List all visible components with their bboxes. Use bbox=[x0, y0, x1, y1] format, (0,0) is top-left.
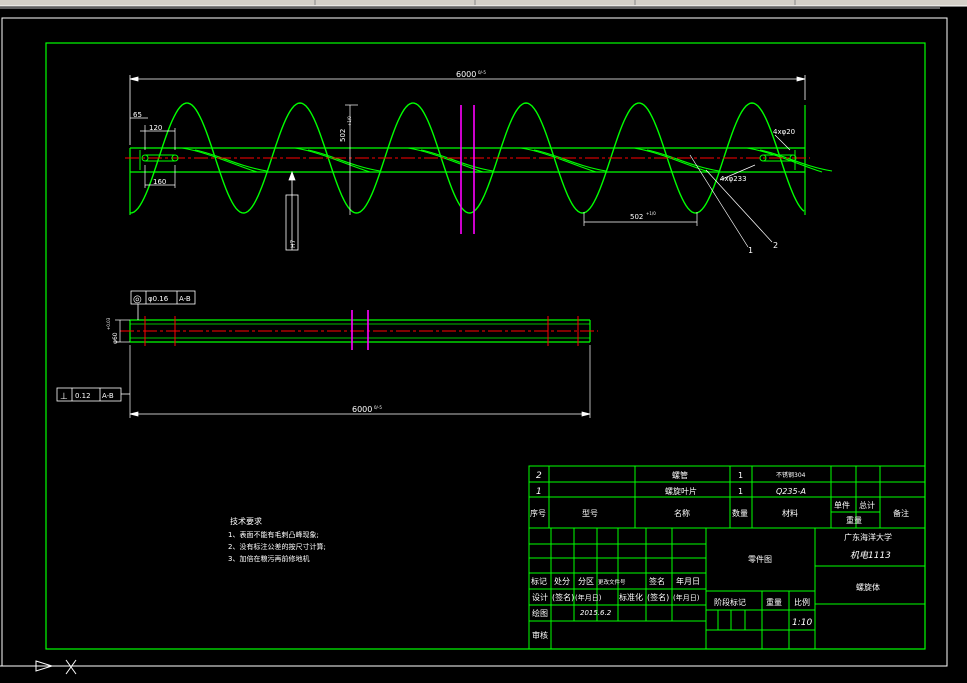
tb-lbl-weight: 重量 bbox=[766, 597, 782, 607]
notes-line-1: 1、表面不能有毛刺凸峰现象; bbox=[228, 530, 319, 539]
technical-notes: 技术要求 1、表面不能有毛刺凸峰现象; 2、没有标注公差的按尺寸计算; 3、加倍… bbox=[228, 516, 326, 563]
bom-r1-mat: Q235-A bbox=[776, 487, 806, 496]
bom-r2-qty: 1 bbox=[738, 471, 743, 480]
tb-lbl-mark: 标记 bbox=[531, 576, 547, 586]
tb-lbl-sign: 签名 bbox=[649, 576, 665, 586]
part-leaders bbox=[689, 154, 773, 248]
gdt-concentricity-datum: A-B bbox=[179, 295, 191, 303]
hole-4xphi20: 4xφ20 bbox=[773, 128, 795, 136]
dim-65: 65 bbox=[133, 111, 142, 119]
bom-h-unit: 单件 bbox=[834, 500, 850, 510]
bom-r1-qty: 1 bbox=[738, 487, 743, 496]
cad-drawing: 6000 0/-5 65 120 160 502 +1/0 H7 502 +1/… bbox=[0, 0, 967, 675]
bom-h-mat: 材料 bbox=[782, 508, 798, 518]
section-leader bbox=[285, 170, 299, 251]
gdt-perpendicular-frame bbox=[56, 387, 130, 402]
tb-scale: 1:10 bbox=[792, 618, 812, 628]
dim-length-tol: 0/-5 bbox=[478, 70, 486, 75]
tb-lbl-stage: 阶段标记 bbox=[714, 597, 746, 607]
bom-h-no: 序号 bbox=[530, 508, 546, 518]
dim-120: 120 bbox=[149, 124, 162, 132]
notes-line-3: 3、加倍在粮污再前修地机 bbox=[228, 554, 309, 563]
tube-bottom-view: φ60 +0.03 6000 0/-5 ◎ φ0.16 A-B ⊥ 0.12 A… bbox=[56, 290, 598, 418]
flight-diagonal bbox=[407, 147, 484, 173]
tb-title: 螺旋体 bbox=[856, 582, 880, 592]
bom-r2-name: 螺管 bbox=[672, 470, 688, 480]
flight-diagonal bbox=[646, 149, 720, 172]
flight-diagonal bbox=[520, 147, 597, 173]
tb-lbl-zone: 分区 bbox=[578, 577, 594, 586]
tb-lbl-docno: 更改文件号 bbox=[598, 578, 626, 586]
tb-class: 机电1113 bbox=[850, 550, 891, 561]
flight-diagonal bbox=[533, 149, 607, 172]
hole-4xphi233: 4xφ233 bbox=[720, 175, 747, 183]
dim-tube-length-text: 6000 bbox=[352, 405, 372, 414]
bom-h-weight: 重量 bbox=[846, 515, 862, 525]
tb-school: 广东海洋大学 bbox=[844, 532, 892, 542]
tb-val-sign: (签名) bbox=[552, 592, 574, 602]
top-strip-separators bbox=[314, 0, 796, 5]
flight-diagonals bbox=[181, 147, 833, 173]
notes-title: 技术要求 bbox=[230, 516, 262, 526]
flight-diagonal bbox=[307, 149, 381, 172]
flight-diagonal bbox=[746, 147, 823, 173]
bom-r1-name: 螺旋叶片 bbox=[665, 486, 697, 496]
tb-lbl-review: 审核 bbox=[532, 630, 548, 640]
bom-h-model: 型号 bbox=[582, 509, 598, 518]
leader-label-2: 2 bbox=[773, 241, 778, 250]
section-text: H7 bbox=[290, 239, 297, 248]
gdt-perpendicular-symbol: ⊥ bbox=[60, 392, 68, 402]
flight-diagonal bbox=[194, 149, 268, 172]
tb-val-date: (年月日) bbox=[575, 593, 602, 602]
tb-draw-date: 2015.6.2 bbox=[580, 609, 612, 617]
bom-h-name: 名称 bbox=[674, 508, 690, 518]
gdt-perpendicular-datum: A-B bbox=[102, 392, 114, 400]
gdt-perpendicular-value: 0.12 bbox=[75, 392, 91, 400]
tb-lbl-std: 标准化 bbox=[619, 592, 643, 602]
dim-tube-dia-tol: +0.03 bbox=[106, 317, 111, 330]
flight-diagonal bbox=[294, 147, 371, 173]
bom-r2-mat: 不锈钢304 bbox=[776, 471, 806, 479]
dim-length-text: 6000 bbox=[456, 70, 476, 79]
title-block-text: 2 螺管 1 不锈钢304 1 螺旋叶片 1 Q235-A 序号 型号 名称 数… bbox=[530, 470, 909, 640]
dim-160: 160 bbox=[153, 178, 166, 186]
bom-r1-no: 1 bbox=[536, 487, 542, 497]
dim-vertical-text: 502 bbox=[339, 129, 347, 142]
leader-label-1: 1 bbox=[748, 246, 753, 255]
gdt-concentricity-symbol: ◎ bbox=[133, 294, 142, 305]
flight-diagonal bbox=[633, 147, 710, 173]
dim-overall-length bbox=[129, 75, 806, 145]
tb-lbl-scale: 比例 bbox=[794, 597, 810, 607]
bom-h-remark: 备注 bbox=[893, 508, 909, 518]
dim-tube-dia-text: φ60 bbox=[112, 332, 119, 344]
flight-diagonal bbox=[181, 147, 258, 173]
bom-h-qty: 数量 bbox=[732, 508, 748, 518]
tb-lbl-date: 年月日 bbox=[676, 576, 700, 586]
bom-r2-no: 2 bbox=[536, 471, 542, 481]
tb-val-date2: (年月日) bbox=[673, 593, 700, 602]
screw-top-view: 6000 0/-5 65 120 160 502 +1/0 H7 502 +1/… bbox=[125, 70, 833, 255]
dim-tube-length-tol: 0/-5 bbox=[374, 405, 382, 410]
tb-part-drawing: 零件图 bbox=[748, 554, 772, 564]
gdt-concentricity-value: φ0.16 bbox=[148, 295, 169, 303]
dim-pitch-tol: +1/0 bbox=[646, 211, 656, 216]
bom-h-total: 总计 bbox=[859, 500, 875, 510]
dim-pitch-text: 502 bbox=[630, 213, 643, 221]
tb-lbl-count: 处分 bbox=[554, 576, 570, 586]
tb-lbl-draw: 绘图 bbox=[532, 608, 548, 618]
ucs-icon bbox=[0, 659, 77, 675]
tb-lbl-design: 设计 bbox=[532, 592, 548, 602]
notes-line-2: 2、没有标注公差的按尺寸计算; bbox=[228, 542, 326, 551]
dim-vertical-tol: +1/0 bbox=[347, 116, 352, 126]
tb-val-sign2: (签名) bbox=[647, 592, 669, 602]
flight-diagonal bbox=[420, 149, 494, 172]
